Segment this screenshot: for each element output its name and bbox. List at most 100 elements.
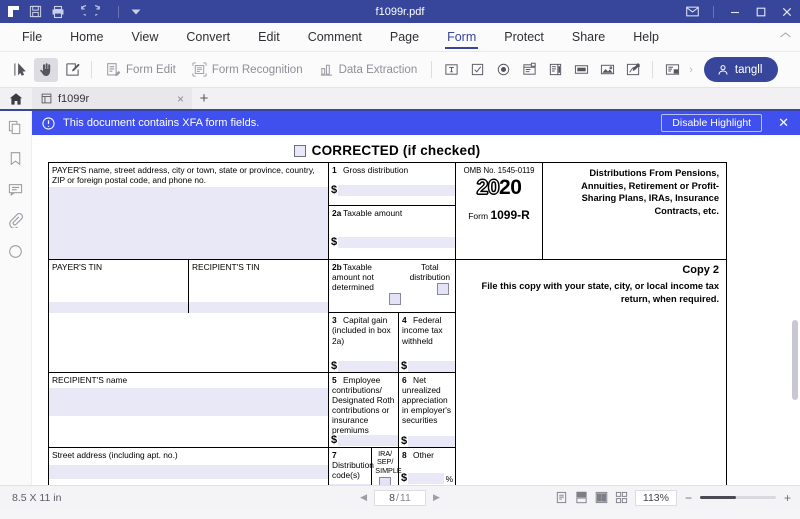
box1-text: Gross distribution: [343, 165, 409, 175]
two-page-view-icon[interactable]: [595, 491, 608, 504]
box2a-amount[interactable]: $: [329, 236, 456, 248]
sidebar-item-stamps[interactable]: [8, 244, 23, 259]
payer-name-field[interactable]: [49, 187, 329, 260]
box5-field[interactable]: [338, 435, 399, 447]
menu-view[interactable]: View: [118, 26, 173, 48]
account-button[interactable]: tangll: [703, 57, 779, 82]
previous-page-button[interactable]: ◀: [357, 492, 370, 503]
disable-highlight-button[interactable]: Disable Highlight: [661, 114, 763, 132]
status-bar: 8.5 X 11 in ◀ 8 / 11 ▶ 113% − +: [0, 485, 800, 509]
box1-field[interactable]: [338, 185, 456, 197]
checkbox-field-tool[interactable]: [465, 58, 489, 82]
box7-ira-cell: IRA/ SEP/ SIMPLE: [372, 448, 402, 485]
signature-field-tool[interactable]: [621, 58, 645, 82]
pdf-file-icon: [41, 93, 52, 104]
form-recognition-button[interactable]: Form Recognition: [185, 58, 310, 82]
box2b-total-distribution: Total distribution: [405, 260, 455, 312]
box4-amount[interactable]: $: [399, 359, 456, 372]
minimize-icon[interactable]: [727, 4, 742, 19]
box3-field[interactable]: [338, 360, 399, 372]
page-canvas[interactable]: CORRECTED (if checked) PAYER'S name, str…: [32, 135, 800, 485]
toolbar-overflow-icon[interactable]: ›: [686, 64, 696, 76]
next-page-button[interactable]: ▶: [430, 492, 443, 503]
recipient-tin-field[interactable]: [189, 302, 329, 314]
grid-view-icon[interactable]: [615, 491, 628, 504]
box6-field[interactable]: [408, 436, 456, 448]
hand-tool-button[interactable]: [34, 57, 58, 82]
street-address-field[interactable]: [49, 465, 329, 480]
data-extraction-button[interactable]: Data Extraction: [312, 58, 425, 82]
customize-dropdown-icon[interactable]: [128, 4, 143, 19]
select-tool-button[interactable]: [8, 58, 32, 82]
payer-tin-cell[interactable]: PAYER'S TIN: [49, 260, 189, 314]
box2b-notdetermined: 2bTaxable amount not determined: [329, 260, 405, 312]
recipient-name-field[interactable]: [49, 387, 329, 416]
sidebar-item-attachments[interactable]: [8, 213, 23, 228]
document-tab[interactable]: f1099r ×: [32, 88, 192, 109]
undo-icon[interactable]: [72, 4, 87, 19]
menu-home[interactable]: Home: [56, 26, 117, 48]
form-edit-button[interactable]: Form Edit: [99, 58, 183, 82]
menu-form[interactable]: Form: [433, 26, 490, 49]
total-distribution-checkbox[interactable]: [437, 283, 450, 296]
page-number-input[interactable]: 8 / 11: [374, 489, 426, 506]
text-field-tool[interactable]: [439, 58, 463, 82]
box2b-checkbox[interactable]: [388, 293, 401, 306]
form-number-line: Form 1099-R: [456, 208, 542, 224]
zoom-level-label[interactable]: 113%: [634, 489, 677, 506]
new-tab-button[interactable]: +: [192, 88, 216, 109]
menu-convert[interactable]: Convert: [172, 26, 244, 48]
dollar-sign: $: [401, 359, 408, 372]
sidebar-item-bookmarks[interactable]: [8, 151, 23, 166]
sidebar-item-comments[interactable]: [8, 182, 23, 197]
edit-tool-button[interactable]: [60, 58, 84, 82]
image-field-tool[interactable]: [595, 58, 619, 82]
menu-file[interactable]: File: [8, 26, 56, 48]
list-box-field-tool[interactable]: [543, 58, 567, 82]
box6-amount[interactable]: $: [399, 436, 456, 448]
recipient-tin-cell[interactable]: RECIPIENT'S TIN: [189, 260, 329, 314]
maximize-icon[interactable]: [753, 4, 768, 19]
home-button[interactable]: [0, 88, 32, 109]
properties-icon[interactable]: [660, 58, 684, 82]
mail-icon[interactable]: [685, 4, 700, 19]
zoom-in-button[interactable]: +: [783, 491, 792, 505]
close-notification-icon[interactable]: ✕: [770, 115, 794, 131]
redo-icon[interactable]: [94, 4, 109, 19]
payer-name-cell[interactable]: PAYER'S name, street address, city or to…: [47, 161, 330, 261]
close-tab-icon[interactable]: ×: [177, 92, 184, 106]
print-icon[interactable]: [50, 4, 65, 19]
corrected-checkbox[interactable]: [293, 144, 306, 157]
box8-field[interactable]: [408, 473, 444, 485]
radio-button-field-tool[interactable]: [491, 58, 515, 82]
box3-amount[interactable]: $: [329, 360, 399, 372]
combo-box-field-tool[interactable]: [517, 58, 541, 82]
payer-tin-field[interactable]: [49, 302, 188, 314]
box2a-field[interactable]: [338, 236, 456, 248]
box4-field[interactable]: [408, 360, 456, 372]
menu-share[interactable]: Share: [558, 26, 619, 48]
continuous-view-icon[interactable]: [575, 491, 588, 504]
zoom-slider[interactable]: [699, 496, 776, 499]
menu-page[interactable]: Page: [376, 26, 433, 48]
sidebar-item-thumbnails[interactable]: [8, 120, 23, 135]
box8-amount[interactable]: $ %: [399, 473, 455, 485]
close-icon[interactable]: [779, 4, 794, 19]
box5-amount[interactable]: $: [329, 434, 399, 447]
menu-help[interactable]: Help: [619, 26, 673, 48]
menu-edit[interactable]: Edit: [244, 26, 294, 48]
box7-ira-checkbox[interactable]: [379, 476, 392, 485]
menu-comment[interactable]: Comment: [294, 26, 376, 48]
vertical-scrollbar[interactable]: [792, 320, 798, 400]
collapse-ribbon-icon[interactable]: [779, 31, 792, 43]
menu-protect[interactable]: Protect: [490, 26, 558, 48]
dollar-sign: $: [331, 434, 338, 447]
button-field-tool[interactable]: [569, 58, 593, 82]
quick-access-toolbar: [6, 4, 143, 19]
zoom-out-button[interactable]: −: [684, 491, 693, 505]
save-icon[interactable]: [28, 4, 43, 19]
single-page-view-icon[interactable]: [555, 491, 568, 504]
box1-amount[interactable]: $: [329, 185, 456, 197]
street-address-cell[interactable]: Street address (including apt. no.): [47, 447, 330, 485]
recipient-name-cell[interactable]: RECIPIENT'S name: [47, 371, 330, 449]
